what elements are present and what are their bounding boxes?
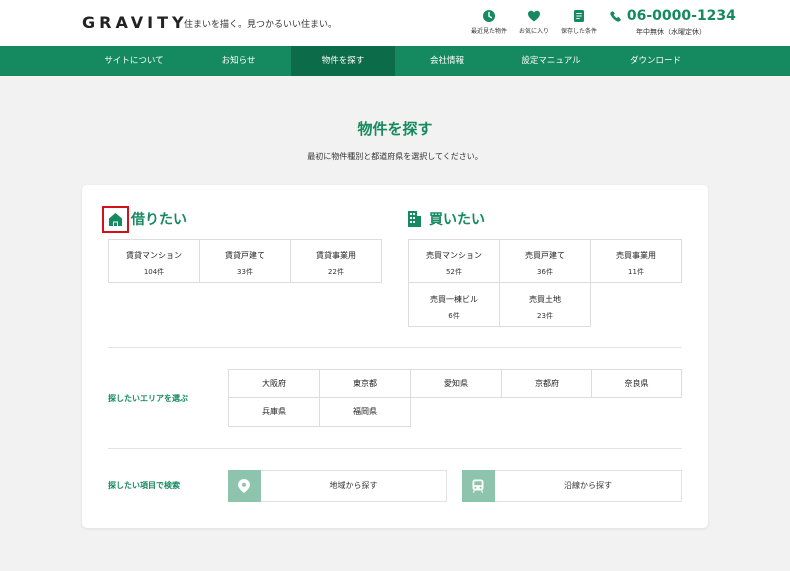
nav-item-download[interactable]: ダウンロード: [603, 46, 708, 76]
buy-type-land[interactable]: 売買土地 23件: [499, 282, 591, 327]
area-label: 探したいエリアを選ぶ: [108, 394, 188, 403]
business-hours: 年中無休（水曜定休）: [636, 28, 706, 36]
phone-number[interactable]: 06-0000-1234: [610, 8, 736, 24]
phone-number-text: 06-0000-1234: [626, 8, 736, 24]
section-divider: [108, 448, 682, 449]
search-by-region-button[interactable]: 地域から探す: [228, 470, 447, 502]
site-header: GRAVITY 住まいを描く。見つかるいい住まい。 最近見た物件 お気に入り 保…: [0, 0, 790, 46]
nav-item-about[interactable]: サイトについて: [82, 46, 186, 76]
property-type-name: 売買土地: [529, 295, 561, 304]
buy-type-business[interactable]: 売買事業用 11件: [590, 239, 682, 283]
property-count: 11件: [628, 268, 644, 276]
nav-item-search[interactable]: 物件を探す: [291, 46, 395, 76]
area-kyoto[interactable]: 京都府: [501, 369, 593, 398]
search-by-line-label: 沿線から探す: [564, 481, 612, 490]
nav-item-news[interactable]: お知らせ: [186, 46, 291, 76]
property-count: 23件: [537, 312, 553, 320]
buy-type-mansion[interactable]: 売買マンション 52件: [408, 239, 500, 283]
rent-type-mansion[interactable]: 賃貸マンション 104件: [108, 239, 200, 283]
search-by-line-button[interactable]: 沿線から探す: [462, 470, 682, 502]
property-type-name: 売買マンション: [426, 251, 482, 260]
page-title: 物件を探す: [357, 120, 433, 138]
property-type-name: 賃貸マンション: [126, 251, 182, 260]
property-count: 33件: [237, 268, 253, 276]
property-count: 36件: [537, 268, 553, 276]
property-count: 52件: [446, 268, 462, 276]
area-nara[interactable]: 奈良県: [591, 369, 682, 398]
buy-section-title: 買いたい: [429, 212, 485, 228]
search-icon-box: [462, 470, 495, 502]
area-aichi[interactable]: 愛知県: [410, 369, 502, 398]
search-icon-box: [228, 470, 261, 502]
heart-icon: [528, 10, 540, 22]
area-hyogo[interactable]: 兵庫県: [228, 397, 320, 427]
map-pin-icon: [238, 479, 250, 493]
house-icon: [109, 213, 122, 226]
area-fukuoka[interactable]: 福岡県: [319, 397, 411, 427]
saved-conditions-label: 保存した条件: [560, 28, 597, 35]
building-icon: [408, 211, 421, 227]
property-count: 6件: [448, 312, 460, 320]
rent-section-title: 借りたい: [131, 212, 187, 228]
property-type-name: 売買一棟ビル: [430, 295, 478, 304]
property-count: 104件: [143, 268, 165, 276]
page-subtitle: 最初に物件種別と都道府県を選択してください。: [307, 152, 483, 161]
rent-type-business[interactable]: 賃貸事業用 22件: [290, 239, 382, 283]
property-type-name: 賃貸戸建て: [225, 251, 265, 260]
section-divider: [108, 347, 682, 348]
site-logo[interactable]: GRAVITY: [82, 13, 188, 32]
global-nav: サイトについて お知らせ 物件を探す 会社情報 設定マニュアル ダウンロード: [0, 46, 790, 76]
search-by-region-label: 地域から探す: [329, 481, 378, 490]
nav-item-manual[interactable]: 設定マニュアル: [499, 46, 603, 76]
buy-type-building[interactable]: 売買一棟ビル 6件: [408, 282, 500, 327]
nav-item-company[interactable]: 会社情報: [395, 46, 499, 76]
property-type-name: 売買事業用: [616, 251, 656, 260]
document-icon: [574, 10, 584, 22]
clock-icon: [483, 10, 495, 22]
buy-type-house[interactable]: 売買戸建て 36件: [499, 239, 591, 283]
search-by-label: 探したい項目で検索: [108, 481, 180, 490]
property-type-name: 売買戸建て: [525, 251, 565, 260]
area-osaka[interactable]: 大阪府: [228, 369, 320, 398]
train-icon: [472, 479, 484, 493]
rent-type-house[interactable]: 賃貸戸建て 33件: [199, 239, 291, 283]
property-type-name: 賃貸事業用: [316, 251, 356, 260]
saved-conditions-link[interactable]: 保存した条件: [549, 9, 609, 35]
property-count: 22件: [328, 268, 344, 276]
site-tagline: 住まいを描く。見つかるいい住まい。: [184, 20, 338, 30]
area-tokyo[interactable]: 東京都: [319, 369, 411, 398]
phone-icon: [610, 11, 621, 22]
